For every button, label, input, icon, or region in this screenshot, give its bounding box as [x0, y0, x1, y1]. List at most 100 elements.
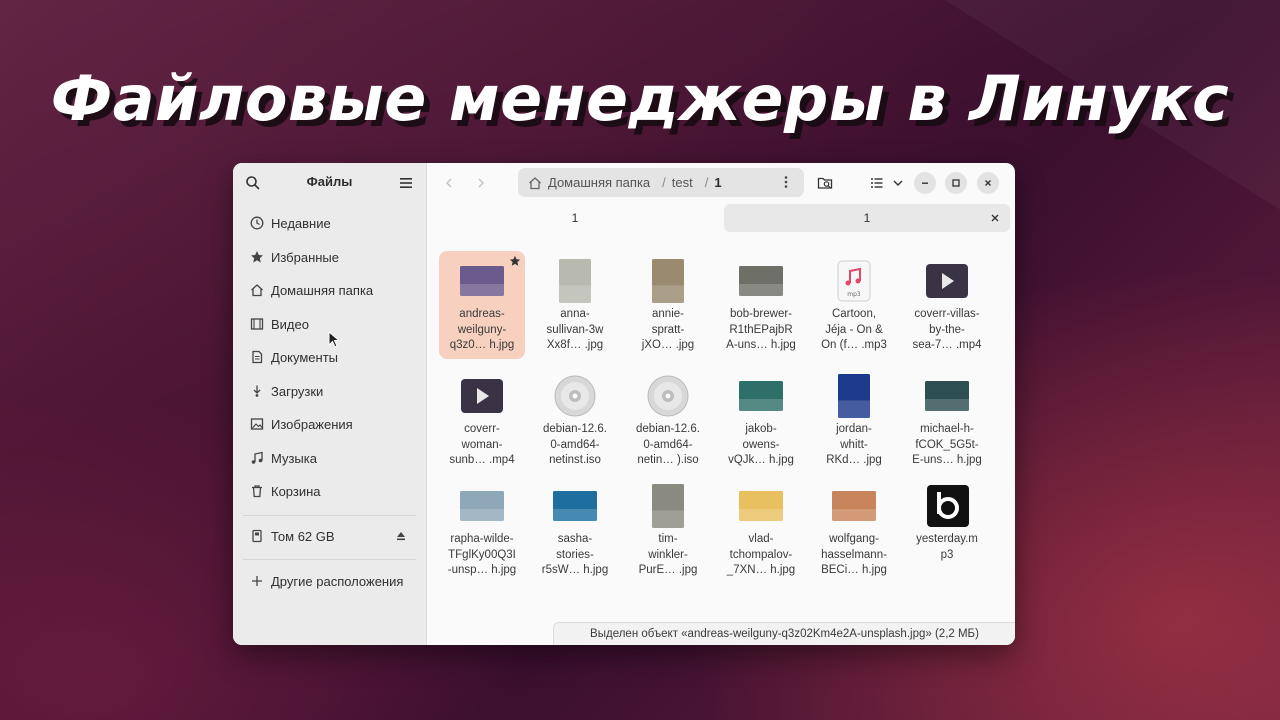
svg-text:mp3: mp3 [847, 291, 861, 298]
sidebar-divider [243, 559, 416, 560]
folder-search-icon [817, 177, 833, 189]
tab-1[interactable]: 1 [431, 204, 719, 232]
image-thumbnail [551, 259, 599, 303]
document-icon [249, 349, 265, 365]
sidebar-item-other-locations[interactable]: Другие расположения [243, 566, 416, 596]
chevron-right-icon [478, 178, 485, 188]
file-name: debian-12.6. 0-amd64- netin… ).iso [636, 423, 700, 466]
file-item[interactable]: tim- winkler- PurE… .jpg [625, 476, 711, 584]
file-item[interactable]: sasha- stories- r5sW… h.jpg [532, 476, 618, 584]
sidebar-item-trash[interactable]: Корзина [243, 476, 416, 506]
file-item[interactable]: vlad- tchompalov- _7XN… h.jpg [718, 476, 804, 584]
image-thumbnail [458, 484, 506, 528]
file-name: sasha- stories- r5sW… h.jpg [541, 533, 609, 576]
path-segment-test[interactable]: test [672, 175, 693, 190]
file-manager-window: Файлы Недавние Избранные Домашняя папка … [233, 163, 1015, 645]
sidebar-item-starred[interactable]: Избранные [243, 242, 416, 272]
audio-file-icon: mp3 [830, 259, 878, 303]
sidebar-item-label: Другие расположения [271, 573, 404, 589]
image-thumbnail [458, 259, 506, 303]
eject-icon[interactable] [394, 529, 408, 543]
file-item[interactable]: coverr- woman- sunb… .mp4 [439, 366, 525, 474]
path-bar[interactable]: Домашняя папка / test / 1 [518, 168, 804, 197]
file-item[interactable]: andreas- weilguny- q3z0… h.jpg [439, 251, 525, 359]
forward-button[interactable] [471, 173, 491, 193]
video-file-icon [923, 259, 971, 303]
sidebar-item-downloads[interactable]: Загрузки [243, 376, 416, 406]
search-folder-button[interactable] [814, 172, 836, 194]
video-file-icon [458, 374, 506, 418]
file-item[interactable]: annie- spratt- jXO… .jpg [625, 251, 711, 359]
tab-label: 1 [571, 211, 579, 225]
disc-image-icon [551, 374, 599, 418]
sidebar-item-volume[interactable]: Том 62 GB [243, 521, 416, 551]
file-item[interactable]: coverr-villas- by-the- sea-7… .mp4 [904, 251, 990, 359]
trash-icon [249, 483, 265, 499]
close-tab-icon[interactable] [988, 211, 1002, 225]
headline-title: Файловые менеджеры в Линукс [50, 62, 1230, 135]
music-icon [249, 450, 265, 466]
file-item[interactable]: anna- sullivan-3w Xx8f… .jpg [532, 251, 618, 359]
file-name: michael-h- fCOK_5G5t- E-uns… h.jpg [912, 423, 982, 466]
status-bar: Выделен объект «andreas-weilguny-q3z02Km… [553, 622, 1015, 645]
tab-2[interactable]: 1 [724, 204, 1010, 232]
close-window-button[interactable] [977, 172, 999, 194]
view-options-button[interactable] [887, 172, 909, 194]
image-icon [249, 416, 265, 432]
image-thumbnail [737, 259, 785, 303]
file-name: coverr- woman- sunb… .mp4 [449, 423, 515, 466]
disc-image-icon [644, 374, 692, 418]
path-separator: / [704, 175, 709, 190]
file-item[interactable]: jordan- whitt- RKd… .jpg [811, 366, 897, 474]
star-icon [249, 249, 265, 265]
file-item[interactable]: wolfgang- hasselmann- BECi… h.jpg [811, 476, 897, 584]
sidebar-item-music[interactable]: Музыка [243, 443, 416, 473]
more-vertical-icon[interactable] [778, 174, 794, 190]
sidebar: Файлы Недавние Избранные Домашняя папка … [233, 163, 427, 645]
file-item[interactable]: rapha-wilde- TFglKy00Q3I -unsp… h.jpg [439, 476, 525, 584]
file-item[interactable]: yesterday.m p3 [904, 476, 990, 584]
file-name: debian-12.6. 0-amd64- netinst.iso [543, 423, 607, 466]
file-name: annie- spratt- jXO… .jpg [641, 308, 695, 351]
file-item[interactable]: bob-brewer- R1thEPajbR A-uns… h.jpg [718, 251, 804, 359]
hamburger-menu-icon[interactable] [398, 175, 414, 191]
file-name: yesterday.m p3 [916, 533, 978, 561]
minimize-icon [922, 182, 928, 184]
sidebar-item-label: Корзина [271, 483, 321, 499]
image-thumbnail [737, 484, 785, 528]
file-name: jordan- whitt- RKd… .jpg [826, 423, 882, 466]
sidebar-header: Файлы [233, 163, 426, 203]
sidebar-item-label: Избранные [271, 249, 339, 265]
sidebar-item-label: Документы [271, 349, 339, 365]
image-thumbnail [830, 374, 878, 418]
path-segment-current[interactable]: 1 [714, 175, 721, 190]
sidebar-item-recent[interactable]: Недавние [243, 208, 416, 238]
download-icon [249, 383, 265, 399]
sidebar-item-label: Загрузки [271, 383, 324, 399]
file-item[interactable]: debian-12.6. 0-amd64- netinst.iso [532, 366, 618, 474]
home-icon [529, 176, 541, 189]
image-thumbnail [737, 374, 785, 418]
file-name: Cartoon, Jéja - On & On (f… .mp3 [821, 308, 887, 351]
sidebar-item-label: Недавние [271, 215, 331, 231]
back-button[interactable] [439, 173, 459, 193]
minimize-button[interactable] [914, 172, 936, 194]
file-item[interactable]: michael-h- fCOK_5G5t- E-uns… h.jpg [904, 366, 990, 474]
image-thumbnail [923, 374, 971, 418]
path-segment-home[interactable]: Домашняя папка [548, 175, 650, 190]
image-thumbnail [830, 484, 878, 528]
clock-icon [249, 215, 265, 231]
file-name: rapha-wilde- TFglKy00Q3I -unsp… h.jpg [447, 533, 517, 576]
image-thumbnail [644, 484, 692, 528]
file-item[interactable]: mp3 Cartoon, Jéja - On & On (f… .mp3 [811, 251, 897, 359]
sidebar-item-home[interactable]: Домашняя папка [243, 275, 416, 305]
sidebar-item-pictures[interactable]: Изображения [243, 409, 416, 439]
starred-icon[interactable] [509, 255, 521, 267]
file-item[interactable]: jakob- owens- vQJk… h.jpg [718, 366, 804, 474]
view-list-button[interactable] [866, 172, 888, 194]
file-name: tim- winkler- PurE… .jpg [638, 533, 698, 576]
path-separator: / [662, 175, 666, 190]
file-item[interactable]: debian-12.6. 0-amd64- netin… ).iso [625, 366, 711, 474]
maximize-button[interactable] [945, 172, 967, 194]
file-name: jakob- owens- vQJk… h.jpg [728, 423, 794, 466]
